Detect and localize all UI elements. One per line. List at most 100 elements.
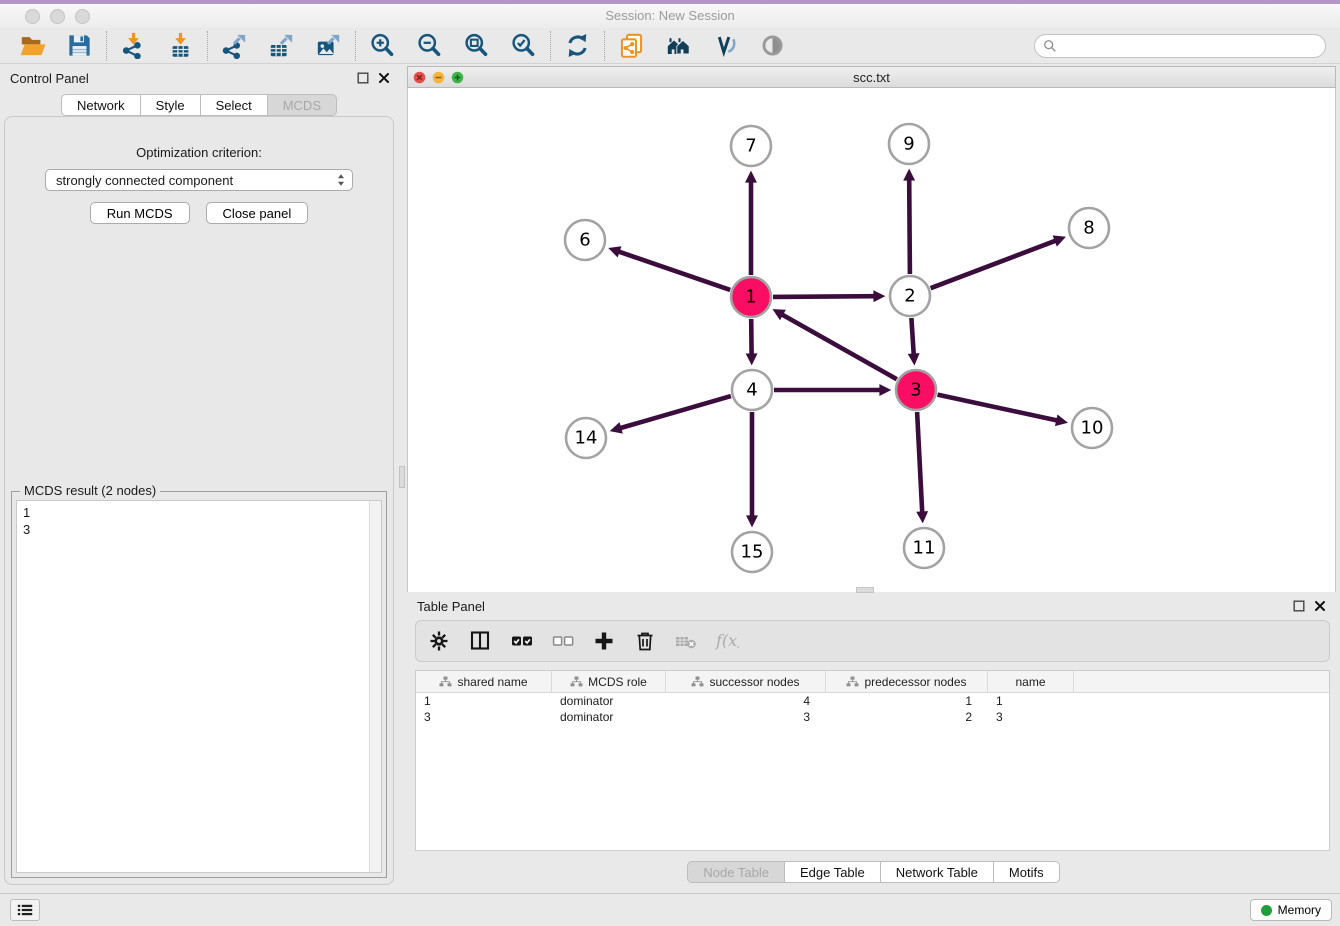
export-network-icon[interactable] xyxy=(221,32,248,59)
graph-edge-1-2[interactable] xyxy=(773,296,874,297)
graph-edge-2-8[interactable] xyxy=(931,241,1056,288)
close-panel-icon[interactable] xyxy=(378,72,390,84)
graph-node-2[interactable]: 2 xyxy=(890,276,930,316)
graph-node-3[interactable]: 3 xyxy=(896,370,936,410)
graph-node-6[interactable]: 6 xyxy=(565,220,605,260)
graph-edge-3-10[interactable] xyxy=(938,395,1057,421)
tab-edge-table[interactable]: Edge Table xyxy=(785,861,881,883)
network-window-title: scc.txt xyxy=(408,70,1335,85)
mcds-result-line: 3 xyxy=(23,521,375,538)
cell-shared-name[interactable]: 1 xyxy=(416,694,552,708)
graph-edge-1-6[interactable] xyxy=(619,252,730,290)
table-row: 3dominator323 xyxy=(416,709,1329,725)
graph-edge-2-3[interactable] xyxy=(911,318,913,354)
toggle-graphics-details-icon[interactable] xyxy=(712,32,739,59)
delete-column-icon[interactable] xyxy=(633,629,657,653)
graph-edge-3-1[interactable] xyxy=(782,315,896,380)
graph-node-10[interactable]: 10 xyxy=(1072,408,1112,448)
table-header-row: shared nameMCDS role successor nodes prede… xyxy=(416,671,1329,693)
control-panel-tabs: NetworkStyleSelectMCDS xyxy=(0,94,398,116)
search-input[interactable] xyxy=(1061,37,1317,54)
svg-text:11: 11 xyxy=(913,538,936,559)
column-header-successor-nodes[interactable]: successor nodes xyxy=(666,671,826,692)
tab-motifs[interactable]: Motifs xyxy=(994,861,1060,883)
unselect-all-columns-icon[interactable] xyxy=(551,629,575,653)
graph-edge-2-9[interactable] xyxy=(909,180,910,274)
svg-text:f(x): f(x) xyxy=(715,631,739,650)
graph-edge-3-11[interactable] xyxy=(917,412,922,512)
save-session-icon[interactable] xyxy=(66,32,93,59)
float-table-panel-icon[interactable] xyxy=(1293,600,1305,612)
column-header-mcds-role[interactable]: MCDS role xyxy=(552,671,666,692)
zoom-selected-icon[interactable] xyxy=(510,32,537,59)
split-columns-icon[interactable] xyxy=(469,629,493,653)
cell-name[interactable]: 3 xyxy=(988,710,1074,724)
graph-node-7[interactable]: 7 xyxy=(731,126,771,166)
network-overview-icon[interactable] xyxy=(665,32,692,59)
add-column-icon[interactable] xyxy=(592,629,616,653)
tab-style[interactable]: Style xyxy=(141,94,201,116)
close-table-panel-icon[interactable] xyxy=(1314,600,1326,612)
zoom-out-icon[interactable] xyxy=(416,32,443,59)
graph-node-9[interactable]: 9 xyxy=(889,124,929,164)
import-table-icon[interactable] xyxy=(167,32,194,59)
result-scrollbar[interactable] xyxy=(369,501,381,872)
graph-node-14[interactable]: 14 xyxy=(566,418,606,458)
toolbar-group xyxy=(208,32,355,59)
cell-successor-nodes[interactable]: 3 xyxy=(666,710,826,724)
open-file-icon[interactable] xyxy=(19,32,46,59)
vertical-splitter-handle[interactable] xyxy=(399,466,405,488)
criterion-select-value: strongly connected component xyxy=(56,173,336,188)
column-type-icon xyxy=(846,676,859,687)
tab-node-table[interactable]: Node Table xyxy=(687,861,785,883)
cell-successor-nodes[interactable]: 4 xyxy=(666,694,826,708)
cell-mcds-role[interactable]: dominator xyxy=(552,694,666,708)
svg-text:6: 6 xyxy=(579,230,590,251)
table-toolbar: f(x) xyxy=(415,620,1330,662)
tab-select[interactable]: Select xyxy=(201,94,268,116)
table-panel: Table Panel f(x) shared nameMCDS role suc… xyxy=(407,592,1340,893)
column-header-predecessor-nodes[interactable]: predecessor nodes xyxy=(826,671,988,692)
select-all-columns-icon[interactable] xyxy=(510,629,534,653)
tab-network-table[interactable]: Network Table xyxy=(881,861,994,883)
svg-text:15: 15 xyxy=(741,542,764,563)
tab-network[interactable]: Network xyxy=(61,94,141,116)
mcds-result-area[interactable]: 13 xyxy=(16,500,382,873)
graph-node-15[interactable]: 15 xyxy=(732,532,772,572)
graph-node-8[interactable]: 8 xyxy=(1069,208,1109,248)
import-network-icon[interactable] xyxy=(120,32,147,59)
export-image-icon[interactable] xyxy=(315,32,342,59)
function-builder-icon: f(x) xyxy=(715,629,739,653)
graph-node-1[interactable]: 1 xyxy=(731,277,771,317)
task-history-button[interactable] xyxy=(10,899,40,921)
refresh-layout-icon[interactable] xyxy=(564,32,591,59)
graph-node-4[interactable]: 4 xyxy=(732,370,772,410)
cell-predecessor-nodes[interactable]: 1 xyxy=(826,694,988,708)
criterion-select[interactable]: strongly connected component xyxy=(45,169,353,191)
graph-node-11[interactable]: 11 xyxy=(904,528,944,568)
zoom-fit-icon[interactable] xyxy=(463,32,490,59)
table-panel-header: Table Panel xyxy=(407,592,1340,620)
run-mcds-button[interactable]: Run MCDS xyxy=(90,202,190,224)
clone-network-icon[interactable] xyxy=(618,32,645,59)
column-header-name[interactable]: name xyxy=(988,671,1074,692)
close-panel-button[interactable]: Close panel xyxy=(206,202,309,224)
column-header-label: successor nodes xyxy=(709,675,799,689)
tab-mcds[interactable]: MCDS xyxy=(268,94,337,116)
toolbar-group xyxy=(356,32,550,59)
float-panel-icon[interactable] xyxy=(357,72,369,84)
zoom-in-icon[interactable] xyxy=(369,32,396,59)
birds-eye-view-icon[interactable] xyxy=(759,32,786,59)
svg-text:1: 1 xyxy=(745,287,756,308)
cell-predecessor-nodes[interactable]: 2 xyxy=(826,710,988,724)
cell-name[interactable]: 1 xyxy=(988,694,1074,708)
app-titlebar: Session: New Session xyxy=(0,4,1340,28)
memory-button[interactable]: Memory xyxy=(1250,899,1332,921)
graph-edge-4-14[interactable] xyxy=(621,396,731,428)
export-table-icon[interactable] xyxy=(268,32,295,59)
settings-gear-icon[interactable] xyxy=(428,629,452,653)
column-header-shared-name[interactable]: shared name xyxy=(416,671,552,692)
cell-mcds-role[interactable]: dominator xyxy=(552,710,666,724)
network-canvas[interactable]: 7 9 6 8 1 2 4 3 14 10 15 11 xyxy=(407,88,1336,592)
cell-shared-name[interactable]: 3 xyxy=(416,710,552,724)
